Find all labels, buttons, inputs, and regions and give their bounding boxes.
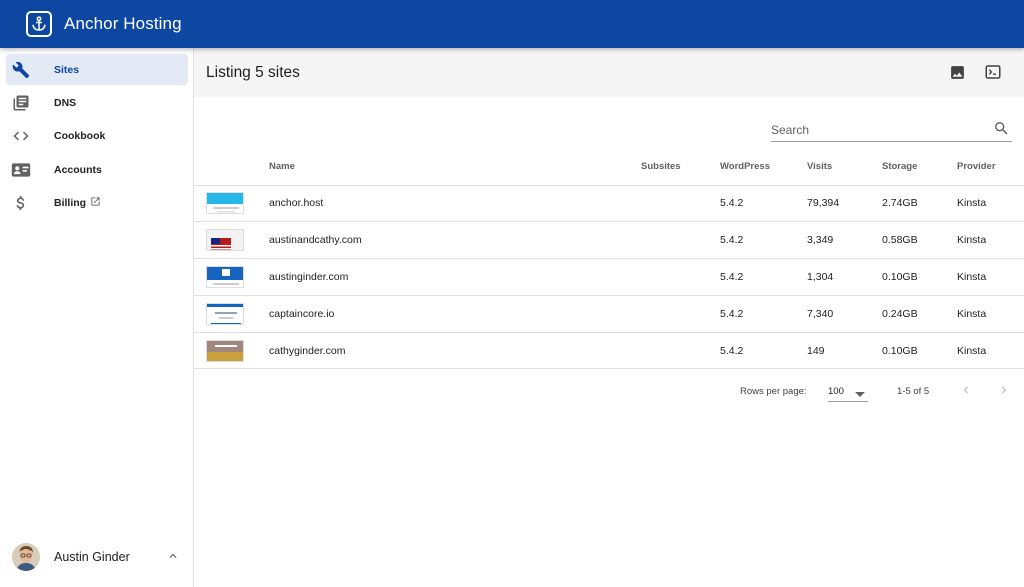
sidebar-item-accounts[interactable]: Accounts: [6, 154, 188, 185]
open-in-new-icon: [90, 196, 101, 210]
site-thumbnail[interactable]: [206, 265, 244, 288]
site-wordpress: 5.4.2: [720, 185, 807, 223]
col-visits[interactable]: Visits: [807, 148, 882, 186]
chevron-up-icon[interactable]: [166, 549, 180, 568]
site-thumbnail[interactable]: [206, 229, 244, 252]
col-thumbnail: [194, 148, 269, 186]
book-icon: [11, 93, 31, 113]
sidebar-item-label: Cookbook: [54, 129, 106, 142]
site-provider: Kinsta: [957, 185, 1024, 223]
page-title: Listing 5 sites: [206, 64, 300, 81]
thumbnail-cell: [194, 258, 269, 296]
user-menu[interactable]: Austin Ginder: [0, 535, 193, 587]
sidebar: Sites DNS Cookbook Accounts Billing Aust…: [0, 48, 194, 587]
dollar-icon: [11, 193, 31, 213]
sidebar-item-label: DNS: [54, 96, 77, 109]
site-visits: 3,349: [807, 221, 882, 260]
app-bar: Anchor Hosting: [0, 0, 1024, 48]
table-header-row: Name Subsites WordPress Visits Storage P…: [194, 148, 1024, 186]
site-wordpress: 5.4.2: [720, 332, 807, 370]
site-wordpress: 5.4.2: [720, 258, 807, 296]
col-provider[interactable]: Provider: [957, 148, 1024, 186]
toolbar: Listing 5 sites: [194, 48, 1024, 97]
billing-label-text: Billing: [54, 196, 87, 209]
app-title: Anchor Hosting: [64, 14, 182, 33]
sidebar-item-sites[interactable]: Sites: [6, 54, 188, 85]
table-footer: Rows per page: 100 1-5 of 5: [194, 378, 1024, 404]
account-card-icon: [11, 160, 31, 180]
rows-per-page-label: Rows per page:: [740, 386, 807, 397]
search-input[interactable]: [771, 120, 986, 140]
wrench-icon: [11, 60, 31, 80]
image-icon[interactable]: [947, 62, 967, 82]
thumbnail-cell: [194, 332, 269, 370]
prev-page-icon[interactable]: [958, 382, 974, 398]
site-thumbnail[interactable]: [206, 339, 244, 362]
terminal-icon[interactable]: [983, 62, 1003, 82]
thumbnail-cell: [194, 185, 269, 223]
code-icon: [11, 126, 31, 146]
site-subsites: [641, 258, 720, 296]
anchor-logo-icon[interactable]: [26, 11, 52, 37]
table-row[interactable]: captaincore.io 5.4.2 7,340 0.24GB Kinsta: [194, 295, 1024, 333]
site-storage: 2.74GB: [882, 185, 957, 223]
search-icon[interactable]: [993, 120, 1010, 142]
avatar[interactable]: [12, 543, 40, 571]
site-provider: Kinsta: [957, 295, 1024, 333]
site-thumbnail[interactable]: [206, 302, 244, 325]
site-visits: 149: [807, 332, 882, 370]
site-thumbnail[interactable]: [206, 192, 244, 215]
site-wordpress: 5.4.2: [720, 295, 807, 333]
col-wordpress[interactable]: WordPress: [720, 148, 807, 186]
user-name: Austin Ginder: [54, 550, 130, 564]
sidebar-item-dns[interactable]: DNS: [6, 87, 188, 118]
site-name[interactable]: austinginder.com: [269, 258, 641, 296]
col-storage[interactable]: Storage: [882, 148, 957, 186]
search-field[interactable]: [771, 120, 1012, 142]
site-name[interactable]: captaincore.io: [269, 295, 641, 333]
site-name[interactable]: cathyginder.com: [269, 332, 641, 370]
sites-table: Name Subsites WordPress Visits Storage P…: [194, 148, 1024, 370]
site-name[interactable]: anchor.host: [269, 185, 641, 223]
sidebar-item-cookbook[interactable]: Cookbook: [6, 120, 188, 151]
site-storage: 0.10GB: [882, 258, 957, 296]
rows-per-page-select[interactable]: 100: [828, 382, 868, 402]
main-content: Listing 5 sites Name Subsites WordPress …: [194, 48, 1024, 587]
site-subsites: [641, 221, 720, 260]
col-subsites[interactable]: Subsites: [641, 148, 720, 186]
thumbnail-cell: [194, 221, 269, 260]
sidebar-item-label: Sites: [54, 63, 80, 76]
site-visits: 79,394: [807, 185, 882, 223]
site-subsites: [641, 295, 720, 333]
caret-down-icon: [855, 390, 865, 401]
site-name[interactable]: austinandcathy.com: [269, 221, 641, 260]
rows-per-page-value: 100: [828, 386, 844, 397]
table-row[interactable]: anchor.host 5.4.2 79,394 2.74GB Kinsta: [194, 185, 1024, 223]
sidebar-item-label: Accounts: [54, 163, 102, 176]
table-row[interactable]: cathyginder.com 5.4.2 149 0.10GB Kinsta: [194, 332, 1024, 370]
thumbnail-cell: [194, 295, 269, 333]
col-name[interactable]: Name: [269, 148, 641, 186]
site-storage: 0.10GB: [882, 332, 957, 370]
table-row[interactable]: austinginder.com 5.4.2 1,304 0.10GB Kins…: [194, 258, 1024, 296]
site-subsites: [641, 332, 720, 370]
sidebar-item-billing[interactable]: Billing: [6, 187, 188, 218]
site-provider: Kinsta: [957, 258, 1024, 296]
sidebar-item-label: Billing: [54, 196, 101, 210]
site-provider: Kinsta: [957, 332, 1024, 370]
site-provider: Kinsta: [957, 221, 1024, 260]
table-row[interactable]: austinandcathy.com 5.4.2 3,349 0.58GB Ki…: [194, 221, 1024, 260]
site-storage: 0.24GB: [882, 295, 957, 333]
site-subsites: [641, 185, 720, 223]
site-visits: 1,304: [807, 258, 882, 296]
site-storage: 0.58GB: [882, 221, 957, 260]
site-wordpress: 5.4.2: [720, 221, 807, 260]
next-page-icon[interactable]: [996, 382, 1012, 398]
page-range: 1-5 of 5: [897, 386, 930, 397]
site-visits: 7,340: [807, 295, 882, 333]
